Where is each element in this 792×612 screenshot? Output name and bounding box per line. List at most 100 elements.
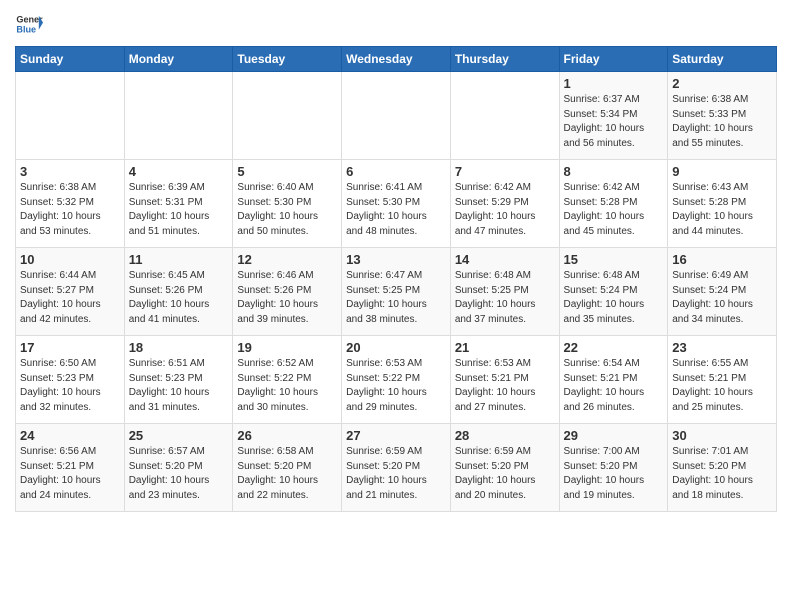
logo-icon: General Blue (15, 10, 43, 38)
day-info: Sunrise: 6:38 AMSunset: 5:33 PMDaylight:… (672, 93, 772, 151)
calendar-cell: 26Sunrise: 6:58 AMSunset: 5:20 PMDayligh… (233, 424, 342, 512)
day-info: Sunrise: 6:53 AMSunset: 5:21 PMDaylight:… (455, 357, 555, 415)
calendar-week-row: 10 Sunrise: 6:44 AMSunset: 5:27 PMDayligh… (16, 248, 777, 336)
day-info: Sunrise: 6:47 AMSunset: 5:25 PMDaylight:… (346, 269, 446, 327)
day-info: Sunrise: 6:43 AMSunset: 5:28 PMDaylight:… (672, 181, 772, 239)
day-number: 11 (129, 252, 229, 267)
day-number: 17 (20, 340, 120, 355)
day-info: Sunrise: 6:37 AMSunset: 5:34 PMDaylight:… (564, 93, 664, 151)
day-number: 29 (564, 428, 664, 443)
calendar-cell: 4 Sunrise: 6:39 AMSunset: 5:31 PMDaylight… (124, 160, 233, 248)
day-info: Sunrise: 6:39 AMSunset: 5:31 PMDaylight:… (129, 181, 229, 239)
calendar-cell: 22 Sunrise: 6:54 AMSunset: 5:21 PMDayligh… (559, 336, 668, 424)
weekday-header: Tuesday (233, 47, 342, 72)
day-info: Sunrise: 6:59 AMSunset: 5:20 PMDaylight:… (455, 445, 555, 503)
calendar-week-row: 24Sunrise: 6:56 AMSunset: 5:21 PMDayligh… (16, 424, 777, 512)
day-number: 10 (20, 252, 120, 267)
day-number: 27 (346, 428, 446, 443)
day-info: Sunrise: 6:56 AMSunset: 5:21 PMDaylight:… (20, 445, 120, 503)
weekday-header: Sunday (16, 47, 125, 72)
calendar-cell: 19Sunrise: 6:52 AMSunset: 5:22 PMDayligh… (233, 336, 342, 424)
calendar-cell: 28 Sunrise: 6:59 AMSunset: 5:20 PMDayligh… (450, 424, 559, 512)
day-number: 19 (237, 340, 337, 355)
calendar-cell: 23 Sunrise: 6:55 AMSunset: 5:21 PMDayligh… (668, 336, 777, 424)
calendar-week-row: 1Sunrise: 6:37 AMSunset: 5:34 PMDaylight… (16, 72, 777, 160)
logo: General Blue (15, 10, 43, 38)
day-info: Sunrise: 6:44 AMSunset: 5:27 PMDaylight:… (20, 269, 120, 327)
calendar-cell: 20 Sunrise: 6:53 AMSunset: 5:22 PMDayligh… (342, 336, 451, 424)
day-number: 8 (564, 164, 664, 179)
calendar-cell: 8 Sunrise: 6:42 AMSunset: 5:28 PMDaylight… (559, 160, 668, 248)
calendar-cell: 9 Sunrise: 6:43 AMSunset: 5:28 PMDaylight… (668, 160, 777, 248)
calendar-week-row: 17 Sunrise: 6:50 AMSunset: 5:23 PMDayligh… (16, 336, 777, 424)
day-info: Sunrise: 6:42 AMSunset: 5:28 PMDaylight:… (564, 181, 664, 239)
day-number: 9 (672, 164, 772, 179)
day-info: Sunrise: 7:00 AMSunset: 5:20 PMDaylight:… (564, 445, 664, 503)
calendar-cell (16, 72, 125, 160)
calendar-cell: 15Sunrise: 6:48 AMSunset: 5:24 PMDayligh… (559, 248, 668, 336)
weekday-header: Thursday (450, 47, 559, 72)
calendar-cell (342, 72, 451, 160)
day-info: Sunrise: 6:48 AMSunset: 5:24 PMDaylight:… (564, 269, 664, 327)
day-number: 20 (346, 340, 446, 355)
calendar-cell: 3 Sunrise: 6:38 AMSunset: 5:32 PMDaylight… (16, 160, 125, 248)
calendar-cell: 24Sunrise: 6:56 AMSunset: 5:21 PMDayligh… (16, 424, 125, 512)
calendar-cell: 12Sunrise: 6:46 AMSunset: 5:26 PMDayligh… (233, 248, 342, 336)
weekday-header: Wednesday (342, 47, 451, 72)
day-info: Sunrise: 6:50 AMSunset: 5:23 PMDaylight:… (20, 357, 120, 415)
day-info: Sunrise: 6:55 AMSunset: 5:21 PMDaylight:… (672, 357, 772, 415)
day-info: Sunrise: 7:01 AMSunset: 5:20 PMDaylight:… (672, 445, 772, 503)
calendar-cell: 11 Sunrise: 6:45 AMSunset: 5:26 PMDayligh… (124, 248, 233, 336)
day-number: 22 (564, 340, 664, 355)
day-number: 4 (129, 164, 229, 179)
calendar-cell: 5 Sunrise: 6:40 AMSunset: 5:30 PMDaylight… (233, 160, 342, 248)
day-number: 14 (455, 252, 555, 267)
calendar-cell: 21 Sunrise: 6:53 AMSunset: 5:21 PMDayligh… (450, 336, 559, 424)
calendar-table: SundayMondayTuesdayWednesdayThursdayFrid… (15, 46, 777, 512)
day-number: 18 (129, 340, 229, 355)
calendar-week-row: 3 Sunrise: 6:38 AMSunset: 5:32 PMDaylight… (16, 160, 777, 248)
calendar-cell: 7 Sunrise: 6:42 AMSunset: 5:29 PMDaylight… (450, 160, 559, 248)
day-number: 6 (346, 164, 446, 179)
day-number: 23 (672, 340, 772, 355)
day-info: Sunrise: 6:38 AMSunset: 5:32 PMDaylight:… (20, 181, 120, 239)
day-number: 28 (455, 428, 555, 443)
day-number: 21 (455, 340, 555, 355)
day-number: 13 (346, 252, 446, 267)
calendar-cell: 18 Sunrise: 6:51 AMSunset: 5:23 PMDayligh… (124, 336, 233, 424)
calendar-cell: 27 Sunrise: 6:59 AMSunset: 5:20 PMDayligh… (342, 424, 451, 512)
day-info: Sunrise: 6:51 AMSunset: 5:23 PMDaylight:… (129, 357, 229, 415)
weekday-header: Friday (559, 47, 668, 72)
calendar-header: SundayMondayTuesdayWednesdayThursdayFrid… (16, 47, 777, 72)
day-info: Sunrise: 6:48 AMSunset: 5:25 PMDaylight:… (455, 269, 555, 327)
calendar-cell: 29 Sunrise: 7:00 AMSunset: 5:20 PMDayligh… (559, 424, 668, 512)
calendar-cell: 10 Sunrise: 6:44 AMSunset: 5:27 PMDayligh… (16, 248, 125, 336)
day-number: 25 (129, 428, 229, 443)
day-info: Sunrise: 6:58 AMSunset: 5:20 PMDaylight:… (237, 445, 337, 503)
day-number: 5 (237, 164, 337, 179)
calendar-cell: 1Sunrise: 6:37 AMSunset: 5:34 PMDaylight… (559, 72, 668, 160)
page-header: General Blue (15, 10, 777, 38)
day-info: Sunrise: 6:42 AMSunset: 5:29 PMDaylight:… (455, 181, 555, 239)
calendar-cell: 13 Sunrise: 6:47 AMSunset: 5:25 PMDayligh… (342, 248, 451, 336)
day-info: Sunrise: 6:53 AMSunset: 5:22 PMDaylight:… (346, 357, 446, 415)
day-info: Sunrise: 6:40 AMSunset: 5:30 PMDaylight:… (237, 181, 337, 239)
day-number: 7 (455, 164, 555, 179)
calendar-cell (450, 72, 559, 160)
calendar-cell (124, 72, 233, 160)
weekday-row: SundayMondayTuesdayWednesdayThursdayFrid… (16, 47, 777, 72)
calendar-cell (233, 72, 342, 160)
weekday-header: Monday (124, 47, 233, 72)
day-info: Sunrise: 6:45 AMSunset: 5:26 PMDaylight:… (129, 269, 229, 327)
calendar-cell: 6Sunrise: 6:41 AMSunset: 5:30 PMDaylight… (342, 160, 451, 248)
day-info: Sunrise: 6:54 AMSunset: 5:21 PMDaylight:… (564, 357, 664, 415)
day-info: Sunrise: 6:59 AMSunset: 5:20 PMDaylight:… (346, 445, 446, 503)
calendar-cell: 17 Sunrise: 6:50 AMSunset: 5:23 PMDayligh… (16, 336, 125, 424)
calendar-cell: 30 Sunrise: 7:01 AMSunset: 5:20 PMDayligh… (668, 424, 777, 512)
calendar-cell: 2Sunrise: 6:38 AMSunset: 5:33 PMDaylight… (668, 72, 777, 160)
svg-text:Blue: Blue (16, 24, 36, 34)
day-info: Sunrise: 6:46 AMSunset: 5:26 PMDaylight:… (237, 269, 337, 327)
day-number: 3 (20, 164, 120, 179)
day-number: 30 (672, 428, 772, 443)
calendar-body: 1Sunrise: 6:37 AMSunset: 5:34 PMDaylight… (16, 72, 777, 512)
